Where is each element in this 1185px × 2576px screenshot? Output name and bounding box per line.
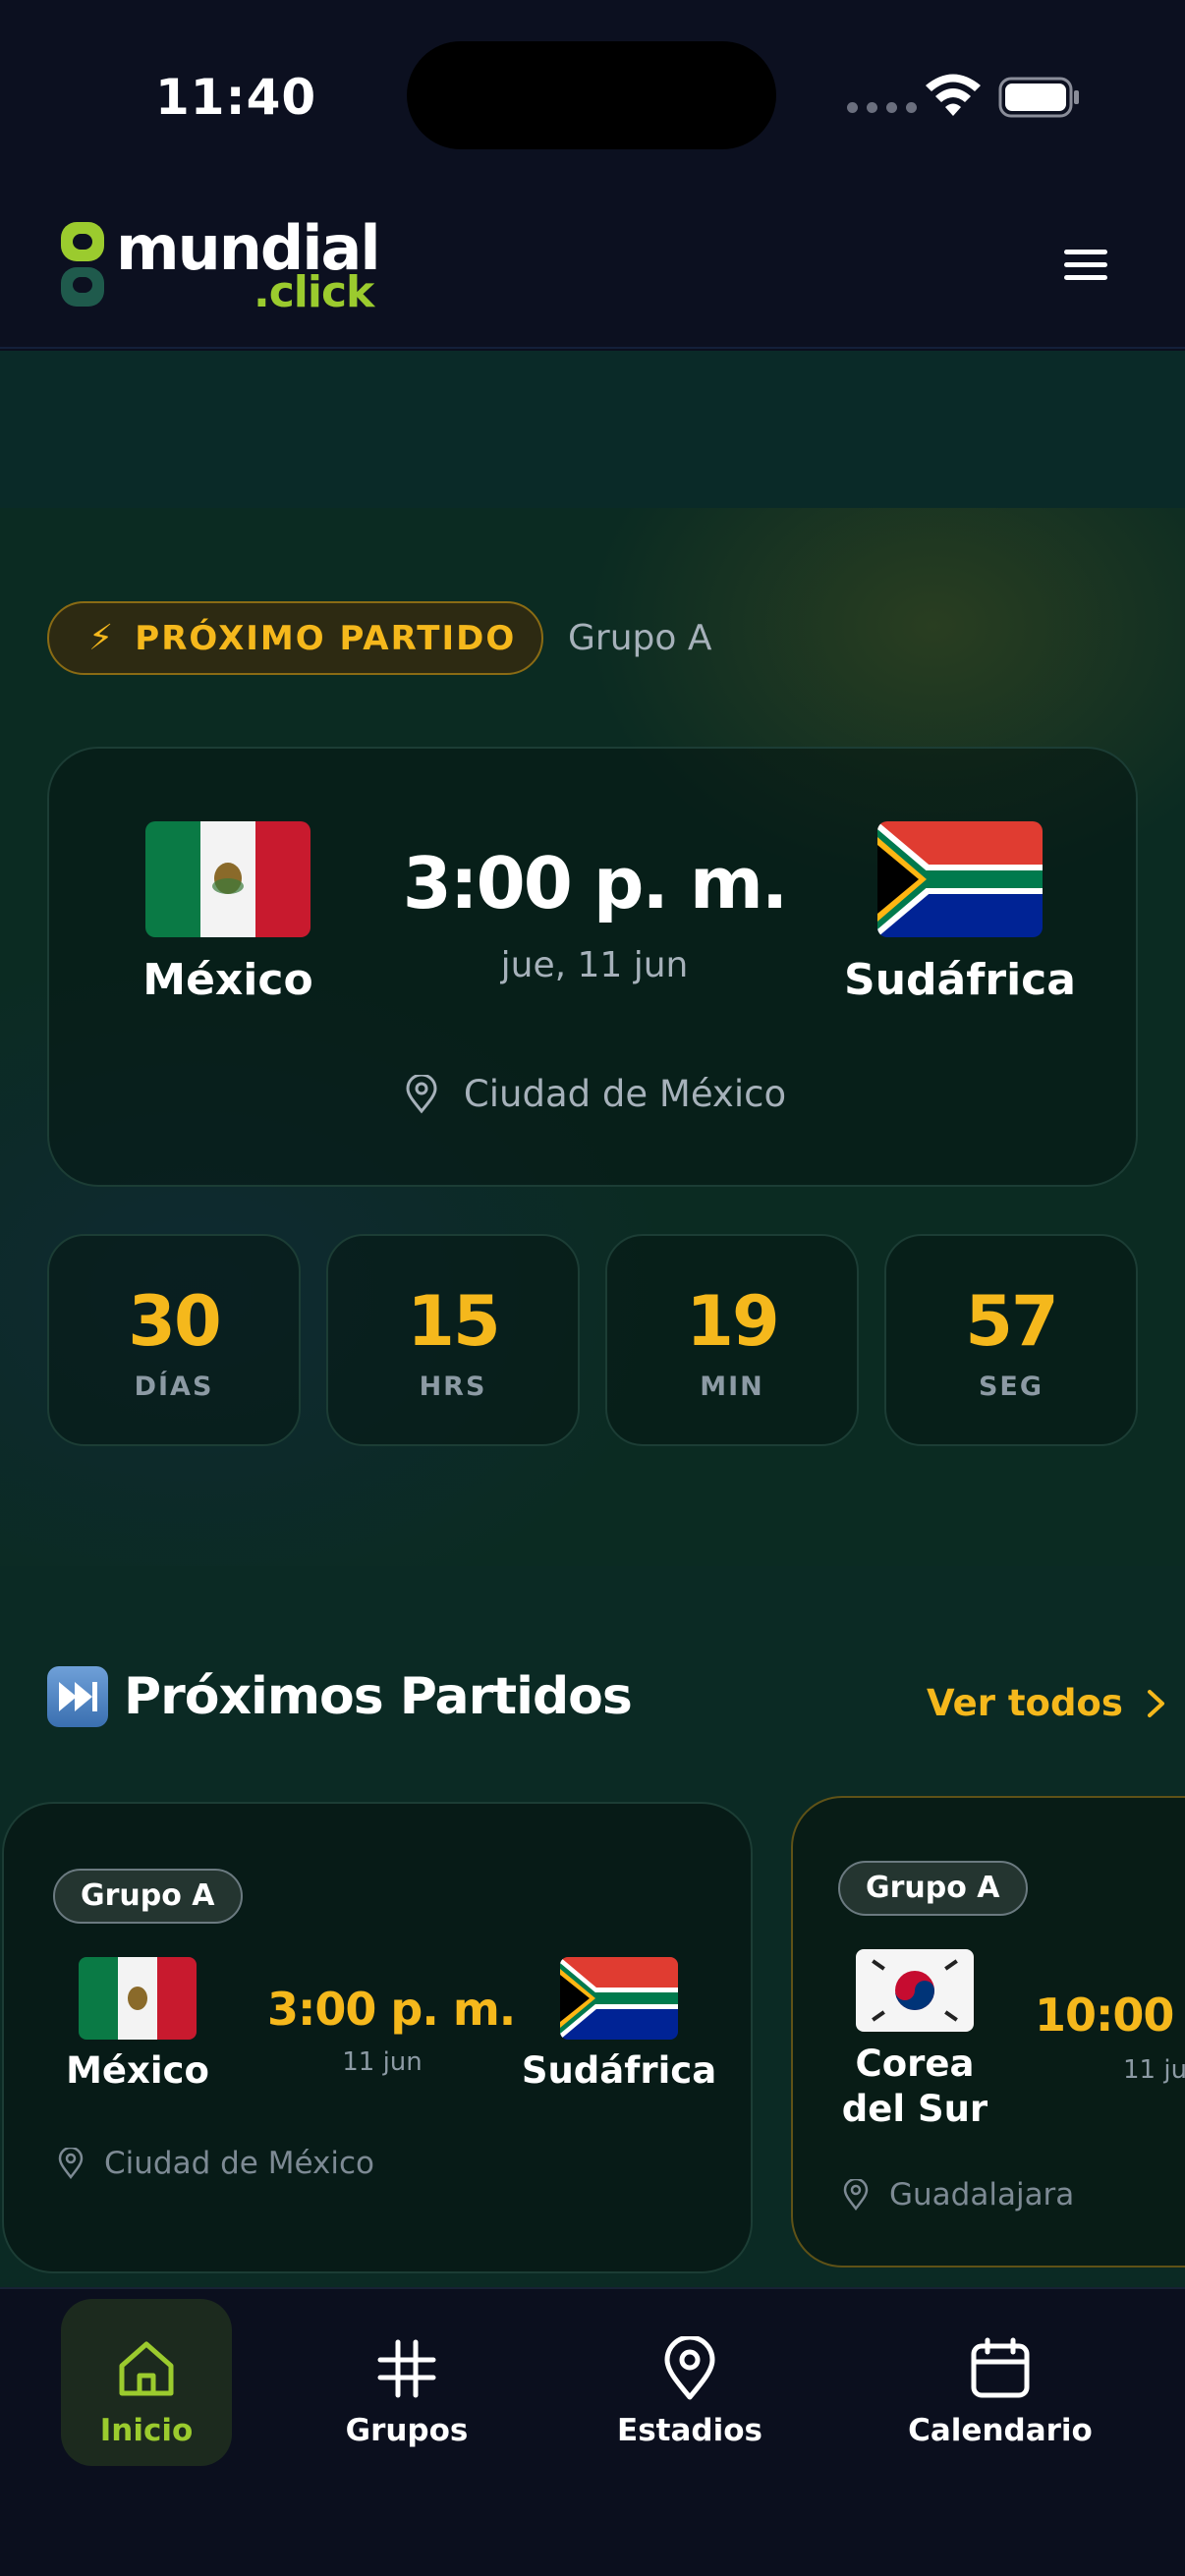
cellular-signal-icon [847, 102, 917, 113]
match-venue-label: Ciudad de México [104, 2146, 374, 2181]
lightning-icon: ⚡ [88, 618, 114, 658]
countdown-minutes-value: 19 [686, 1281, 779, 1362]
see-all-label: Ver todos [927, 1682, 1123, 1724]
next-match-badge: ⚡ PRÓXIMO PARTIDO [47, 601, 543, 675]
hamburger-menu-icon[interactable] [1051, 242, 1120, 301]
match-venue-label: Guadalajara [889, 2177, 1075, 2212]
match-time: 3:00 p. m. [267, 1983, 516, 2036]
nav-item-label: Inicio [99, 2413, 194, 2448]
away-team-name: Sudáfrica [844, 955, 1076, 1005]
chevron-right-icon [1147, 1689, 1164, 1717]
away-team-name: Sudáfrica [521, 2049, 717, 2092]
south-africa-flag [877, 821, 1043, 937]
dynamic-island [407, 41, 776, 149]
logo-mark-icon [61, 222, 104, 307]
map-pin-icon [406, 1074, 437, 1113]
match-venue: Ciudad de México [57, 2146, 374, 2181]
match-date: jue, 11 jun [500, 945, 689, 985]
countdown: 30 DÍAS 15 HRS 19 MIN 57 SEG [47, 1234, 1138, 1446]
nav-item-grupos[interactable]: Grupos [328, 2299, 485, 2466]
match-date: 11 jun [342, 2047, 423, 2077]
home-team-name: México [142, 955, 313, 1005]
upcoming-title-label: Próximos Partidos [124, 1667, 633, 1726]
fast-forward-icon [47, 1666, 108, 1727]
mexico-flag [145, 821, 310, 937]
countdown-seconds-label: SEG [978, 1372, 1044, 1402]
match-card[interactable]: Grupo A Corea del Sur 10:00 p 11 jun Gua [791, 1796, 1185, 2268]
hash-icon [377, 2339, 436, 2398]
home-icon [119, 2341, 174, 2396]
upcoming-matches-section: Próximos Partidos Ver todos Grupo A Méxi… [0, 1566, 1185, 2287]
countdown-hours-value: 15 [407, 1281, 500, 1362]
nav-item-label: Estadios [617, 2413, 762, 2448]
battery-icon [998, 77, 1079, 118]
logo-sub: .click [254, 267, 374, 317]
nav-item-label: Calendario [908, 2413, 1093, 2448]
match-venue: Guadalajara [842, 2177, 1074, 2212]
map-pin-icon [664, 2336, 715, 2400]
countdown-days: 30 DÍAS [47, 1234, 301, 1446]
nav-item-calendario[interactable]: Calendario [902, 2299, 1099, 2466]
countdown-seconds: 57 SEG [884, 1234, 1138, 1446]
countdown-hours: 15 HRS [326, 1234, 580, 1446]
next-match-section: ⚡ PRÓXIMO PARTIDO Grupo A México 3:00 p.… [0, 508, 1185, 1566]
map-pin-icon [843, 2179, 869, 2211]
mexico-flag [79, 1957, 197, 2040]
nav-item-label: Grupos [345, 2413, 469, 2448]
upcoming-title: Próximos Partidos [47, 1666, 633, 1727]
next-match-badge-label: PRÓXIMO PARTIDO [135, 618, 517, 658]
match-venue: Ciudad de México [49, 1073, 1140, 1115]
nav-item-inicio[interactable]: Inicio [61, 2299, 232, 2466]
south-korea-flag [856, 1949, 974, 2032]
home-team-name: Corea del Sur [807, 2042, 1023, 2132]
bottom-nav: Inicio Grupos Estadios Calendario [0, 2287, 1185, 2576]
match-time: 3:00 p. m. [402, 842, 788, 924]
south-africa-flag [560, 1957, 678, 2040]
home-team-name-line2: del Sur [841, 2088, 988, 2130]
match-time: 10:00 p [1035, 1988, 1185, 2042]
countdown-minutes-label: MIN [700, 1372, 764, 1402]
next-match-card[interactable]: México 3:00 p. m. jue, 11 jun Sudáfrica … [47, 747, 1138, 1187]
countdown-days-label: DÍAS [134, 1372, 214, 1402]
wifi-icon [926, 74, 981, 116]
match-venue-label: Ciudad de México [463, 1073, 787, 1115]
nav-item-estadios[interactable]: Estadios [601, 2299, 778, 2466]
match-card[interactable]: Grupo A México 3:00 p. m. 11 jun Sudáfri… [2, 1802, 753, 2273]
see-all-link[interactable]: Ver todos [927, 1682, 1168, 1724]
countdown-days-value: 30 [128, 1281, 221, 1362]
banner-strip [0, 351, 1185, 508]
mundial-click-logo[interactable]: mundial .click [55, 212, 381, 317]
group-chip: Grupo A [53, 1869, 243, 1924]
home-team-name: México [66, 2049, 209, 2092]
home-team-name-line1: Corea [855, 2043, 975, 2085]
map-pin-icon [58, 2148, 84, 2179]
calendar-icon [971, 2337, 1030, 2398]
status-time: 11:40 [155, 69, 317, 126]
status-bar: 11:40 [0, 0, 1185, 187]
app-header: mundial .click [0, 187, 1185, 349]
match-date: 11 jun [1123, 2055, 1185, 2085]
countdown-minutes: 19 MIN [605, 1234, 859, 1446]
next-match-group: Grupo A [568, 618, 712, 658]
group-chip: Grupo A [838, 1861, 1028, 1916]
countdown-seconds-value: 57 [965, 1281, 1058, 1362]
countdown-hours-label: HRS [419, 1372, 487, 1402]
